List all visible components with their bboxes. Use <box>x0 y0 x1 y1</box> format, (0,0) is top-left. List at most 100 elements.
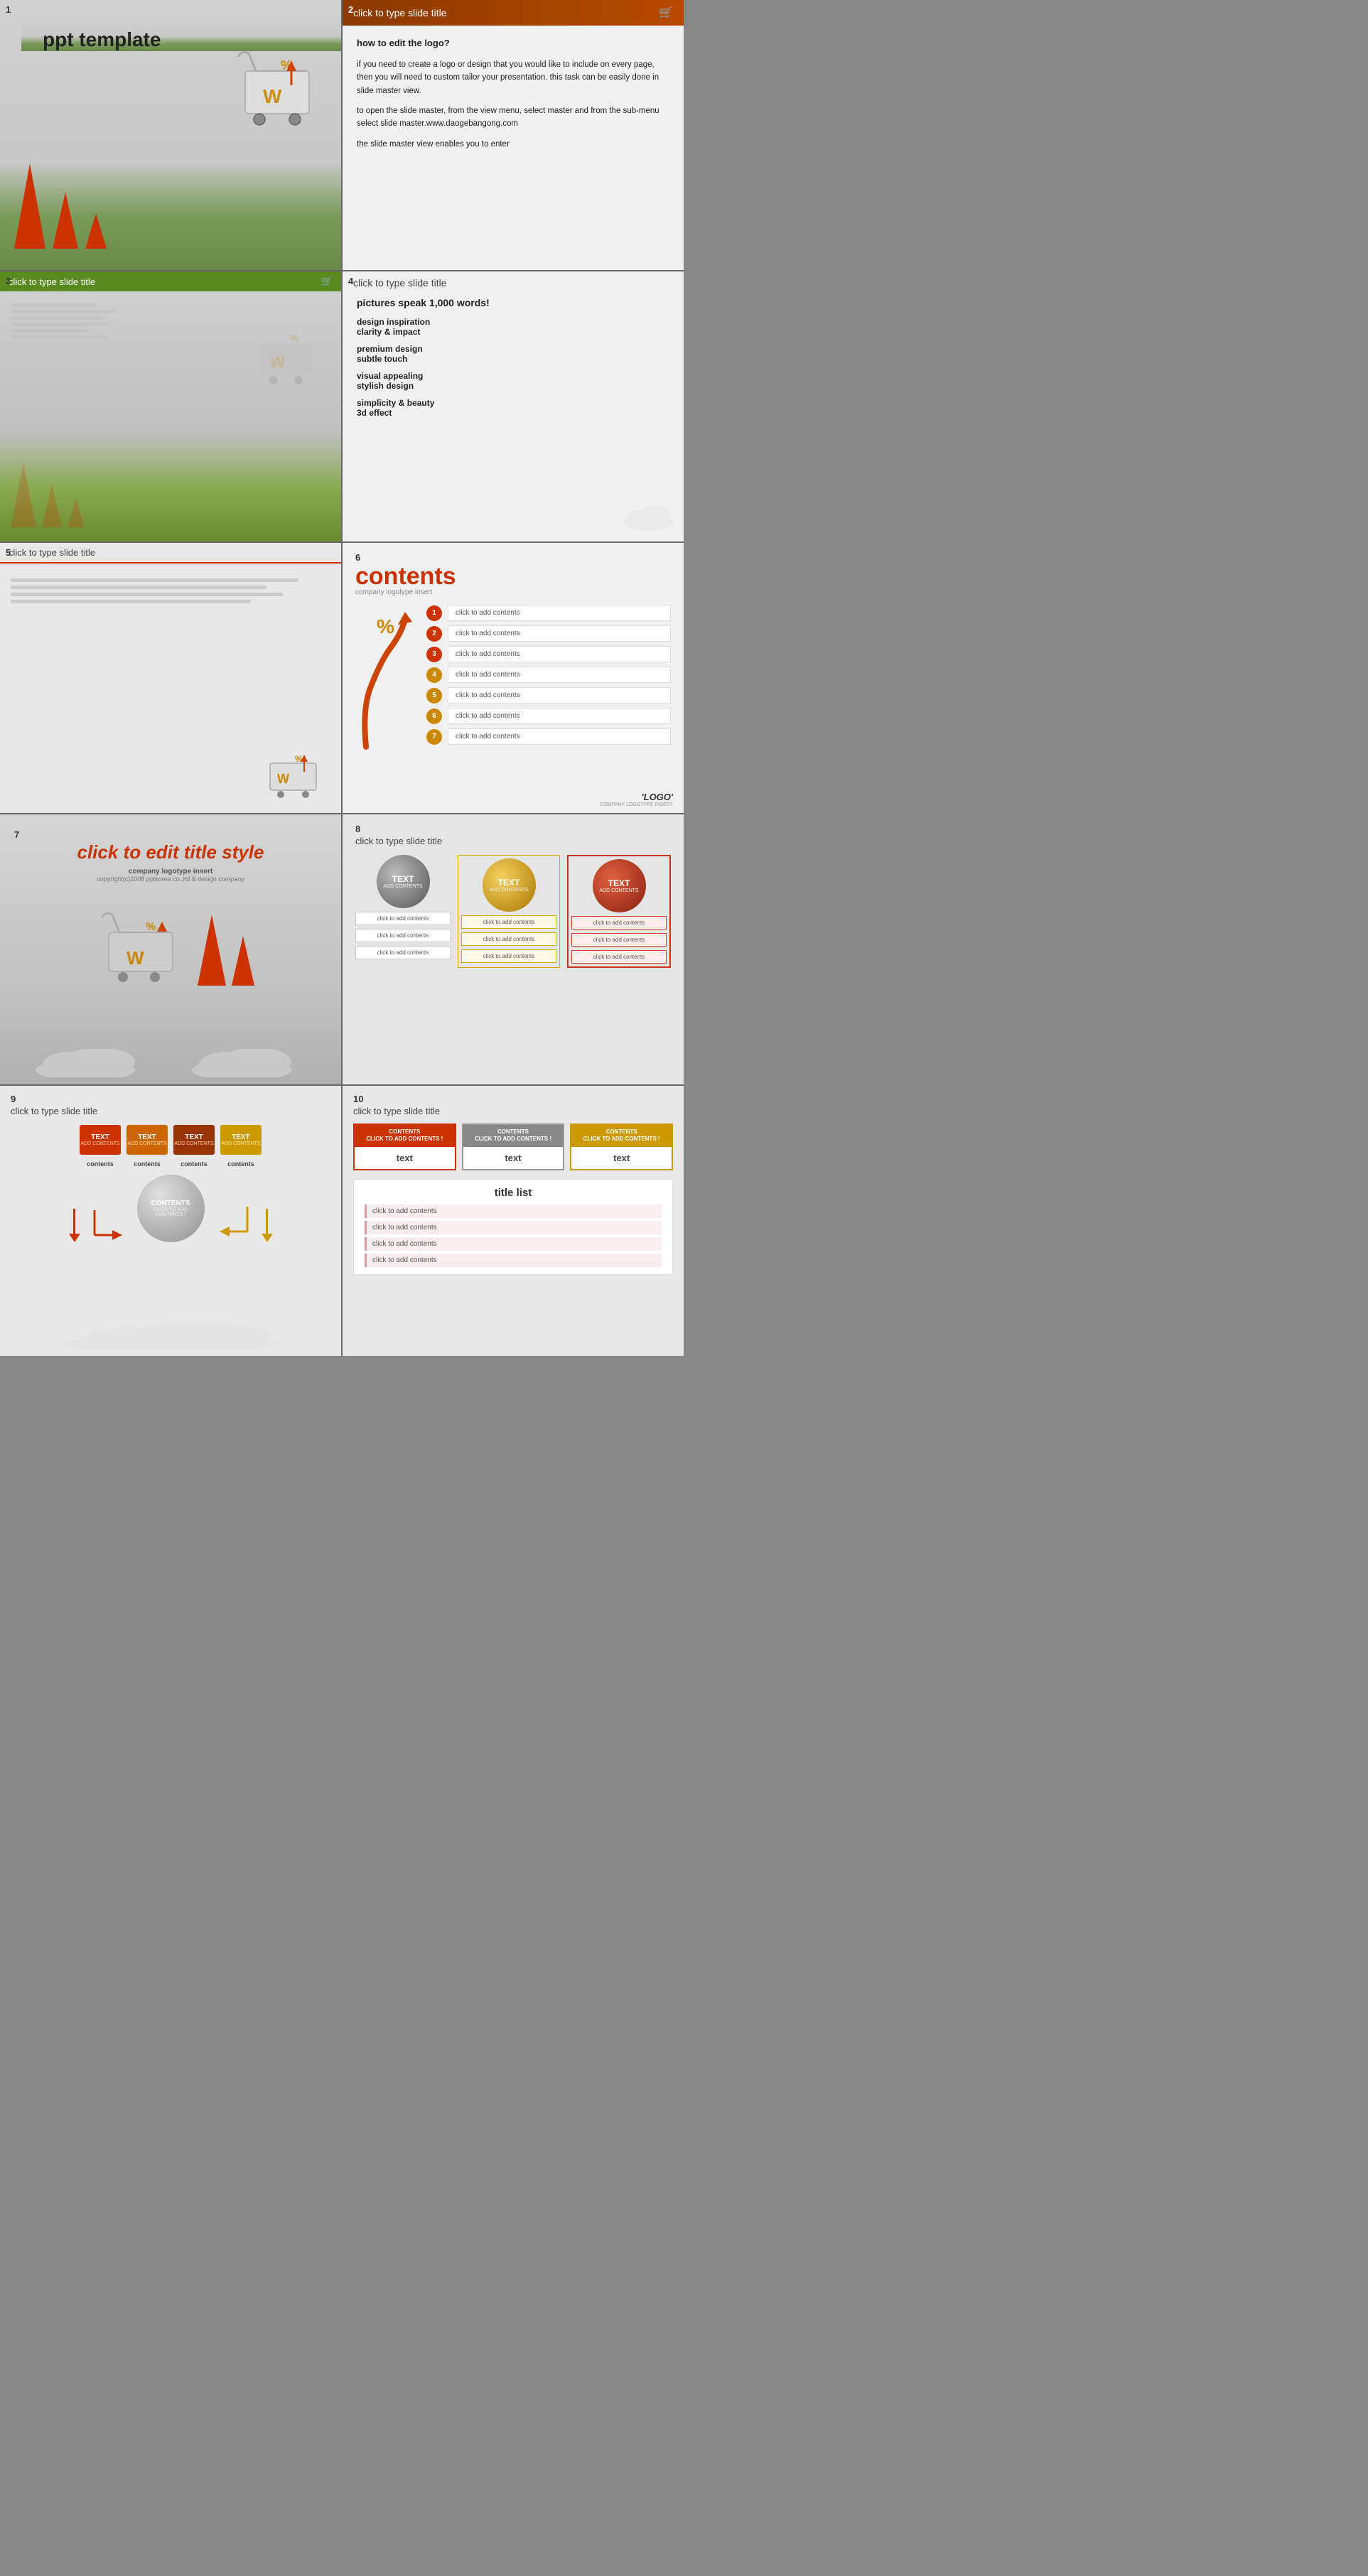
sphere: CONTENTS CLICK TO ADD CONTENTS ! <box>137 1175 205 1242</box>
list-item-2[interactable]: click to add contents <box>365 1221 662 1234</box>
contents-num-1: 1 <box>426 605 442 621</box>
slide2-para1: if you need to create a logo or design t… <box>357 58 669 97</box>
contents-text-4[interactable]: click to add contents <box>448 667 671 683</box>
contents-text-6[interactable]: click to add contents <box>448 708 671 724</box>
btn-yellow-1[interactable]: click to add contents <box>461 915 556 929</box>
slide4-pair4: simplicity & beauty 3d effect <box>357 398 669 418</box>
card-gray-header: CONTENTSCLICK TO ADD CONTENTS ! <box>463 1125 564 1147</box>
slide3-arrows-faded <box>11 463 85 527</box>
cart-graphic: W % <box>217 21 330 135</box>
contents-text-7[interactable]: click to add contents <box>448 728 671 745</box>
arrow-down-red-1 <box>69 1209 80 1242</box>
contents-num-4: 4 <box>426 667 442 683</box>
btn-yellow-3[interactable]: click to add contents <box>461 949 556 963</box>
slide6-logo-sub: COMPANY LOGOTYPE INSERT <box>600 802 673 807</box>
slide-8: 8 click to type slide title TEXT ADD CON… <box>343 814 684 1084</box>
contents-text-5[interactable]: click to add contents <box>448 687 671 704</box>
label-4: contents <box>220 1160 262 1168</box>
btn-red-1[interactable]: click to add contents <box>571 916 667 929</box>
arrow-gold-l <box>215 1203 251 1242</box>
svg-text:%: % <box>290 332 299 343</box>
slide2-para3: the slide master view enables you to ent… <box>357 138 669 151</box>
svg-text:W: W <box>277 772 289 786</box>
slide7-company: company logotype insert <box>14 868 327 875</box>
label-3: contents <box>173 1160 215 1168</box>
slide8-cols: TEXT ADD CONTENTS click to add contents … <box>355 855 671 968</box>
slide-1: 1 ppt template www.daogebangong.com W % <box>0 0 341 270</box>
slide-5-num: 5 <box>6 547 11 558</box>
contents-num-5: 5 <box>426 688 442 704</box>
list-item-1[interactable]: click to add contents <box>365 1205 662 1218</box>
slide6-arrow-graphic: % <box>355 605 419 761</box>
contents-text-3[interactable]: click to add contents <box>448 646 671 662</box>
card-gold-header: CONTENTSCLICK TO ADD CONTENTS ! <box>571 1125 672 1147</box>
slide-8-num: 8 <box>355 824 360 834</box>
btn-red-3[interactable]: click to add contents <box>571 950 667 964</box>
arrow-red-l <box>91 1207 126 1242</box>
card-gold-text[interactable]: text <box>571 1147 672 1169</box>
slide10-cards: CONTENTSCLICK TO ADD CONTENTS ! text CON… <box>353 1123 673 1170</box>
slide2-question: how to edit the logo? <box>357 36 669 51</box>
slide3-title[interactable]: click to type slide title <box>9 276 95 287</box>
slide4-title[interactable]: click to type slide title <box>343 271 684 291</box>
slide3-header: click to type slide title 🛒 <box>0 271 341 291</box>
slide7-arrows <box>198 915 254 986</box>
slide8-title[interactable]: click to type slide title <box>355 836 671 846</box>
slide3-cart-faded: W % <box>242 307 327 385</box>
btn-yellow-2[interactable]: click to add contents <box>461 932 556 946</box>
card-gold: CONTENTSCLICK TO ADD CONTENTS ! text <box>570 1123 673 1170</box>
slide8-col-yellow: TEXT ADD CONTENTS click to add contents … <box>458 855 560 968</box>
slide7-title[interactable]: click to edit title style <box>14 841 327 863</box>
contents-num-6: 6 <box>426 708 442 724</box>
slide3-lines <box>11 303 117 342</box>
slide-6: 6 contents company logotype insert % 1 c… <box>343 543 684 813</box>
contents-item-2: 2 click to add contents <box>426 625 671 642</box>
contents-num-7: 7 <box>426 729 442 745</box>
svg-text:%: % <box>377 615 394 637</box>
slide5-cart: W % <box>256 735 327 799</box>
slide2-header: click to type slide title 🛒 <box>343 0 684 26</box>
contents-text-2[interactable]: click to add contents <box>448 625 671 642</box>
arrows-bottom <box>14 163 107 249</box>
contents-num-3: 3 <box>426 647 442 662</box>
card-red-header: CONTENTSCLICK TO ADD CONTENTS ! <box>355 1125 455 1147</box>
sphere-sub: CLICK TO ADD CONTENTS ! <box>137 1207 205 1217</box>
card-red-text[interactable]: text <box>355 1147 455 1169</box>
slide7-clouds <box>0 1049 341 1081</box>
slide-2: 2 click to type slide title 🛒 how to edi… <box>343 0 684 270</box>
arrow-down-gold <box>262 1209 273 1242</box>
btn-gray-3[interactable]: click to add contents <box>355 946 451 959</box>
list-item-3[interactable]: click to add contents <box>365 1237 662 1251</box>
btn-red-2[interactable]: click to add contents <box>571 933 667 947</box>
svg-text:W: W <box>126 947 144 969</box>
slide6-logo: 'LOGO' <box>600 792 673 802</box>
slide9-clouds <box>0 1324 341 1352</box>
slide6-logo-area: 'LOGO' COMPANY LOGOTYPE INSERT <box>600 792 673 807</box>
contents-num-2: 2 <box>426 626 442 642</box>
sphere-title: CONTENTS <box>151 1200 190 1207</box>
slide7-cart: W % <box>87 893 187 986</box>
card-gray-text[interactable]: text <box>463 1147 564 1169</box>
slide7-copyright: copyright(c)2008 pptkorea co.,ltd & desi… <box>14 875 327 883</box>
slide5-title[interactable]: click to type slide title <box>0 543 341 564</box>
tag-gold: TEXT ADD CONTENTS <box>220 1125 262 1155</box>
slide-10-num: 10 <box>353 1094 363 1104</box>
slide9-title[interactable]: click to type slide title <box>11 1106 330 1116</box>
slide2-header-title[interactable]: click to type slide title <box>353 7 447 18</box>
contents-item-3: 3 click to add contents <box>426 646 671 662</box>
slide-1-num: 1 <box>6 4 11 15</box>
svg-text:W: W <box>270 353 285 371</box>
slide4-pair2: premium design subtle touch <box>357 344 669 364</box>
contents-text-1[interactable]: click to add contents <box>448 605 671 621</box>
slide-2-num: 2 <box>348 4 353 15</box>
slide2-para2: to open the slide master, from the view … <box>357 104 669 131</box>
slide-4-num: 4 <box>348 276 353 286</box>
btn-gray-2[interactable]: click to add contents <box>355 929 451 942</box>
slide10-title[interactable]: click to type slide title <box>353 1106 673 1116</box>
svg-text:%: % <box>146 921 156 933</box>
list-item-4[interactable]: click to add contents <box>365 1254 662 1267</box>
btn-gray-1[interactable]: click to add contents <box>355 912 451 925</box>
slide4-headline: pictures speak 1,000 words! <box>357 297 669 308</box>
slide-9: 9 click to type slide title TEXT ADD CON… <box>0 1086 341 1356</box>
ball-yellow: TEXT ADD CONTENTS <box>483 858 536 912</box>
